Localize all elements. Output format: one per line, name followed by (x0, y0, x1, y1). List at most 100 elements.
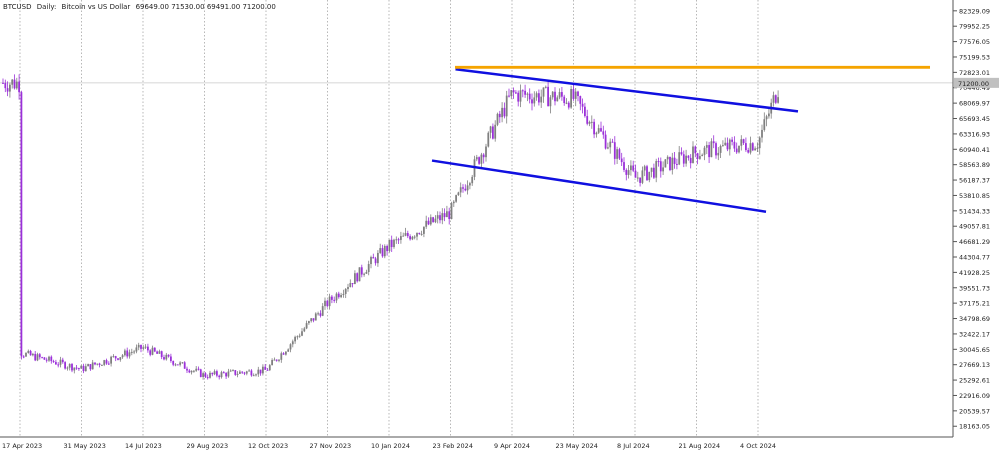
candle-body (248, 370, 250, 372)
candle-body (170, 356, 172, 361)
candle-body (27, 350, 30, 353)
x-tick-label: 27 Nov 2023 (310, 442, 352, 450)
candle-body (439, 215, 441, 221)
candle-body (563, 96, 566, 104)
y-tick-label: 22916.09 (959, 392, 990, 400)
candle-body (2, 82, 4, 84)
candle-body (446, 211, 448, 218)
candle-body (763, 119, 766, 130)
candle-body (699, 156, 701, 159)
candle-body (78, 368, 80, 370)
candle-body (561, 92, 563, 97)
candle-body (55, 362, 57, 365)
candle-body (156, 351, 158, 354)
candle-body (262, 366, 264, 374)
candle-body (45, 359, 48, 361)
candle-body (98, 363, 101, 365)
candle-body (756, 148, 759, 150)
candle-body (551, 91, 554, 98)
candle-body (82, 365, 85, 372)
candle-body (570, 89, 572, 108)
candle-body (521, 90, 524, 92)
y-tick-label: 68069.97 (959, 100, 990, 108)
candle-body (151, 347, 154, 355)
candle-body (128, 352, 131, 357)
candle-body (64, 362, 66, 369)
candle-body (528, 93, 531, 100)
candle-body (144, 346, 147, 348)
candle-body (383, 245, 386, 257)
candle-body (363, 273, 365, 275)
chart-canvas[interactable]: 17 Apr 2023 31 May 2023 14 Jul 2023 29 Aug … (0, 0, 1000, 451)
candle-body (333, 299, 336, 301)
candle-body (289, 344, 292, 350)
candle-body (740, 139, 743, 146)
candle-body (147, 346, 149, 351)
grid-lines (0, 0, 953, 437)
channel-lower-line[interactable] (431, 159, 767, 213)
candle-body (296, 336, 299, 338)
candle-body (480, 154, 483, 164)
candle-body (303, 328, 306, 332)
candle-body (632, 165, 635, 171)
candle-body (544, 86, 547, 88)
candle-body (232, 370, 234, 372)
candle-body (666, 156, 669, 160)
candle-body (266, 369, 269, 371)
candle-body (291, 341, 294, 345)
candle-body (735, 148, 738, 153)
candle-body (508, 95, 510, 97)
candle-body (579, 96, 582, 104)
candle-body (124, 350, 126, 356)
candle-body (703, 147, 706, 155)
candle-body (347, 287, 349, 290)
candle-body (96, 363, 99, 365)
candle-body (241, 371, 244, 373)
candle-body (754, 148, 756, 151)
candle-body (172, 360, 175, 365)
annotations[interactable] (431, 65, 930, 213)
candle-body (494, 124, 497, 139)
candle-body (278, 359, 280, 361)
candle-body (245, 371, 248, 374)
price-chart[interactable]: 17 Apr 2023 31 May 2023 14 Jul 2023 29 Aug … (0, 0, 1000, 451)
x-tick-label: 21 Aug 2024 (679, 442, 721, 450)
candle-body (227, 371, 230, 377)
candle-body (657, 161, 660, 163)
candle-body (524, 90, 526, 95)
candle-body (653, 167, 655, 178)
candle-body (160, 351, 163, 358)
candle-body (252, 375, 255, 377)
candle-body (482, 154, 485, 158)
candle-body (68, 364, 71, 368)
candle-body (411, 236, 414, 240)
candle-body (611, 141, 614, 143)
candle-body (609, 141, 612, 148)
x-tick-label: 12 Oct 2023 (248, 442, 288, 450)
candle-body (765, 116, 768, 120)
candle-body (349, 283, 352, 288)
candle-body (15, 81, 18, 89)
candle-body (630, 165, 632, 171)
y-tick-label: 41928.25 (959, 269, 990, 277)
candle-body (167, 354, 170, 357)
candle-body (496, 113, 499, 125)
candle-body (542, 87, 545, 97)
candle-body (174, 364, 177, 366)
candle-body (418, 232, 421, 234)
candle-body (381, 248, 384, 257)
candle-body (515, 92, 517, 94)
candle-body (112, 356, 115, 358)
candle-body (616, 149, 618, 159)
candle-body (255, 374, 257, 376)
candle-body (84, 366, 87, 372)
candle-body (400, 236, 402, 240)
candle-body (179, 362, 181, 365)
candle-body (218, 375, 221, 378)
candle-body (153, 347, 156, 352)
candle-body (774, 95, 777, 103)
candle-body (176, 364, 179, 366)
candle-body (554, 91, 556, 102)
candle-body (593, 121, 595, 135)
candle-body (689, 157, 692, 164)
